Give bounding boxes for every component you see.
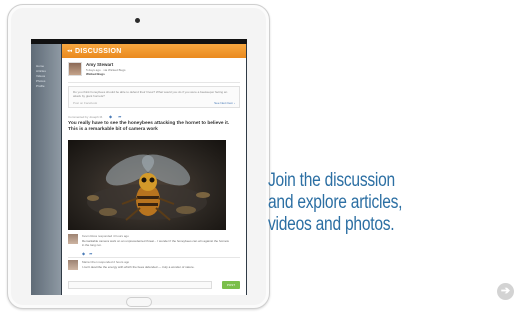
post-button[interactable]: POST (222, 281, 240, 289)
author-name[interactable]: Amy Stewart (86, 62, 113, 67)
back-arrow-icon[interactable]: ◂◂ (67, 48, 72, 54)
comment-input[interactable] (68, 281, 212, 289)
author-source: Wicked Bugs (86, 72, 105, 76)
promo-line: videos and photos. (268, 214, 395, 235)
camera-dot (135, 18, 140, 23)
discussion-prompt: Do you think honeybees should be able to… (68, 86, 240, 108)
home-button[interactable] (126, 297, 152, 307)
reply-icon[interactable]: ➦ (118, 114, 121, 119)
next-arrow-button[interactable]: ➔ (497, 283, 514, 300)
like-icon[interactable]: ◆ (109, 114, 112, 119)
commenter-avatar[interactable] (68, 234, 78, 244)
divider (68, 257, 240, 258)
promo-message: Join the discussion and explore articles… (268, 170, 457, 236)
comment-item: Maria Chen responded 2 hours ago I can't… (68, 260, 240, 280)
comment-body: Remarkable camera work on an unprecedent… (82, 239, 229, 247)
side-navigation: Home Articles Videos Photos Profile (31, 44, 61, 295)
prompt-share-link[interactable]: Post on Facebook (73, 101, 97, 105)
comment-body: I can't describe the energy with which t… (82, 265, 195, 269)
commenter-avatar[interactable] (68, 260, 78, 270)
next-arrow-icon: ➔ (500, 285, 511, 297)
discussion-header: ◂◂ DISCUSSION (62, 44, 246, 58)
discussion-panel: ◂◂ DISCUSSION Amy Stewart 5 days ago · v… (62, 44, 246, 295)
discussion-question: You really have to see the honeybees att… (68, 121, 230, 132)
comment-header: Maria Chen responded 2 hours ago (82, 260, 130, 264)
hornet-photo[interactable] (68, 140, 226, 230)
divider (68, 82, 240, 83)
promo-line: and explore articles, (268, 192, 403, 213)
discussion-title: DISCUSSION (75, 47, 122, 55)
comment-meta-row: Commented by Joseph M. ◆ ➦ (68, 114, 240, 119)
tablet-screen: Home Articles Videos Photos Profile ◂◂ D… (31, 39, 247, 295)
hornet-illustration (87, 154, 210, 221)
side-navigation-text[interactable]: Home Articles Videos Photos Profile (36, 64, 46, 89)
see-next-link[interactable]: See Next Item › (214, 101, 235, 105)
like-icon[interactable]: ◆ (82, 251, 85, 256)
comment-actions: ◆ ➦ (82, 251, 92, 256)
prompt-text: Do you think honeybees should be able to… (73, 90, 228, 98)
promo-line: Join the discussion (268, 170, 395, 191)
tablet-device: Home Articles Videos Photos Profile ◂◂ D… (7, 4, 270, 309)
author-row: Amy Stewart 5 days ago · via Wicked Bugs… (68, 62, 240, 80)
commented-by-label: Commented by Joseph M. (68, 114, 104, 119)
comment-header: Kevin Ross responded 4 hours ago (82, 234, 129, 238)
reply-icon[interactable]: ➦ (89, 251, 92, 256)
comment-item: Kevin Ross responded 4 hours ago Remarka… (68, 234, 240, 256)
avatar[interactable] (68, 62, 82, 76)
